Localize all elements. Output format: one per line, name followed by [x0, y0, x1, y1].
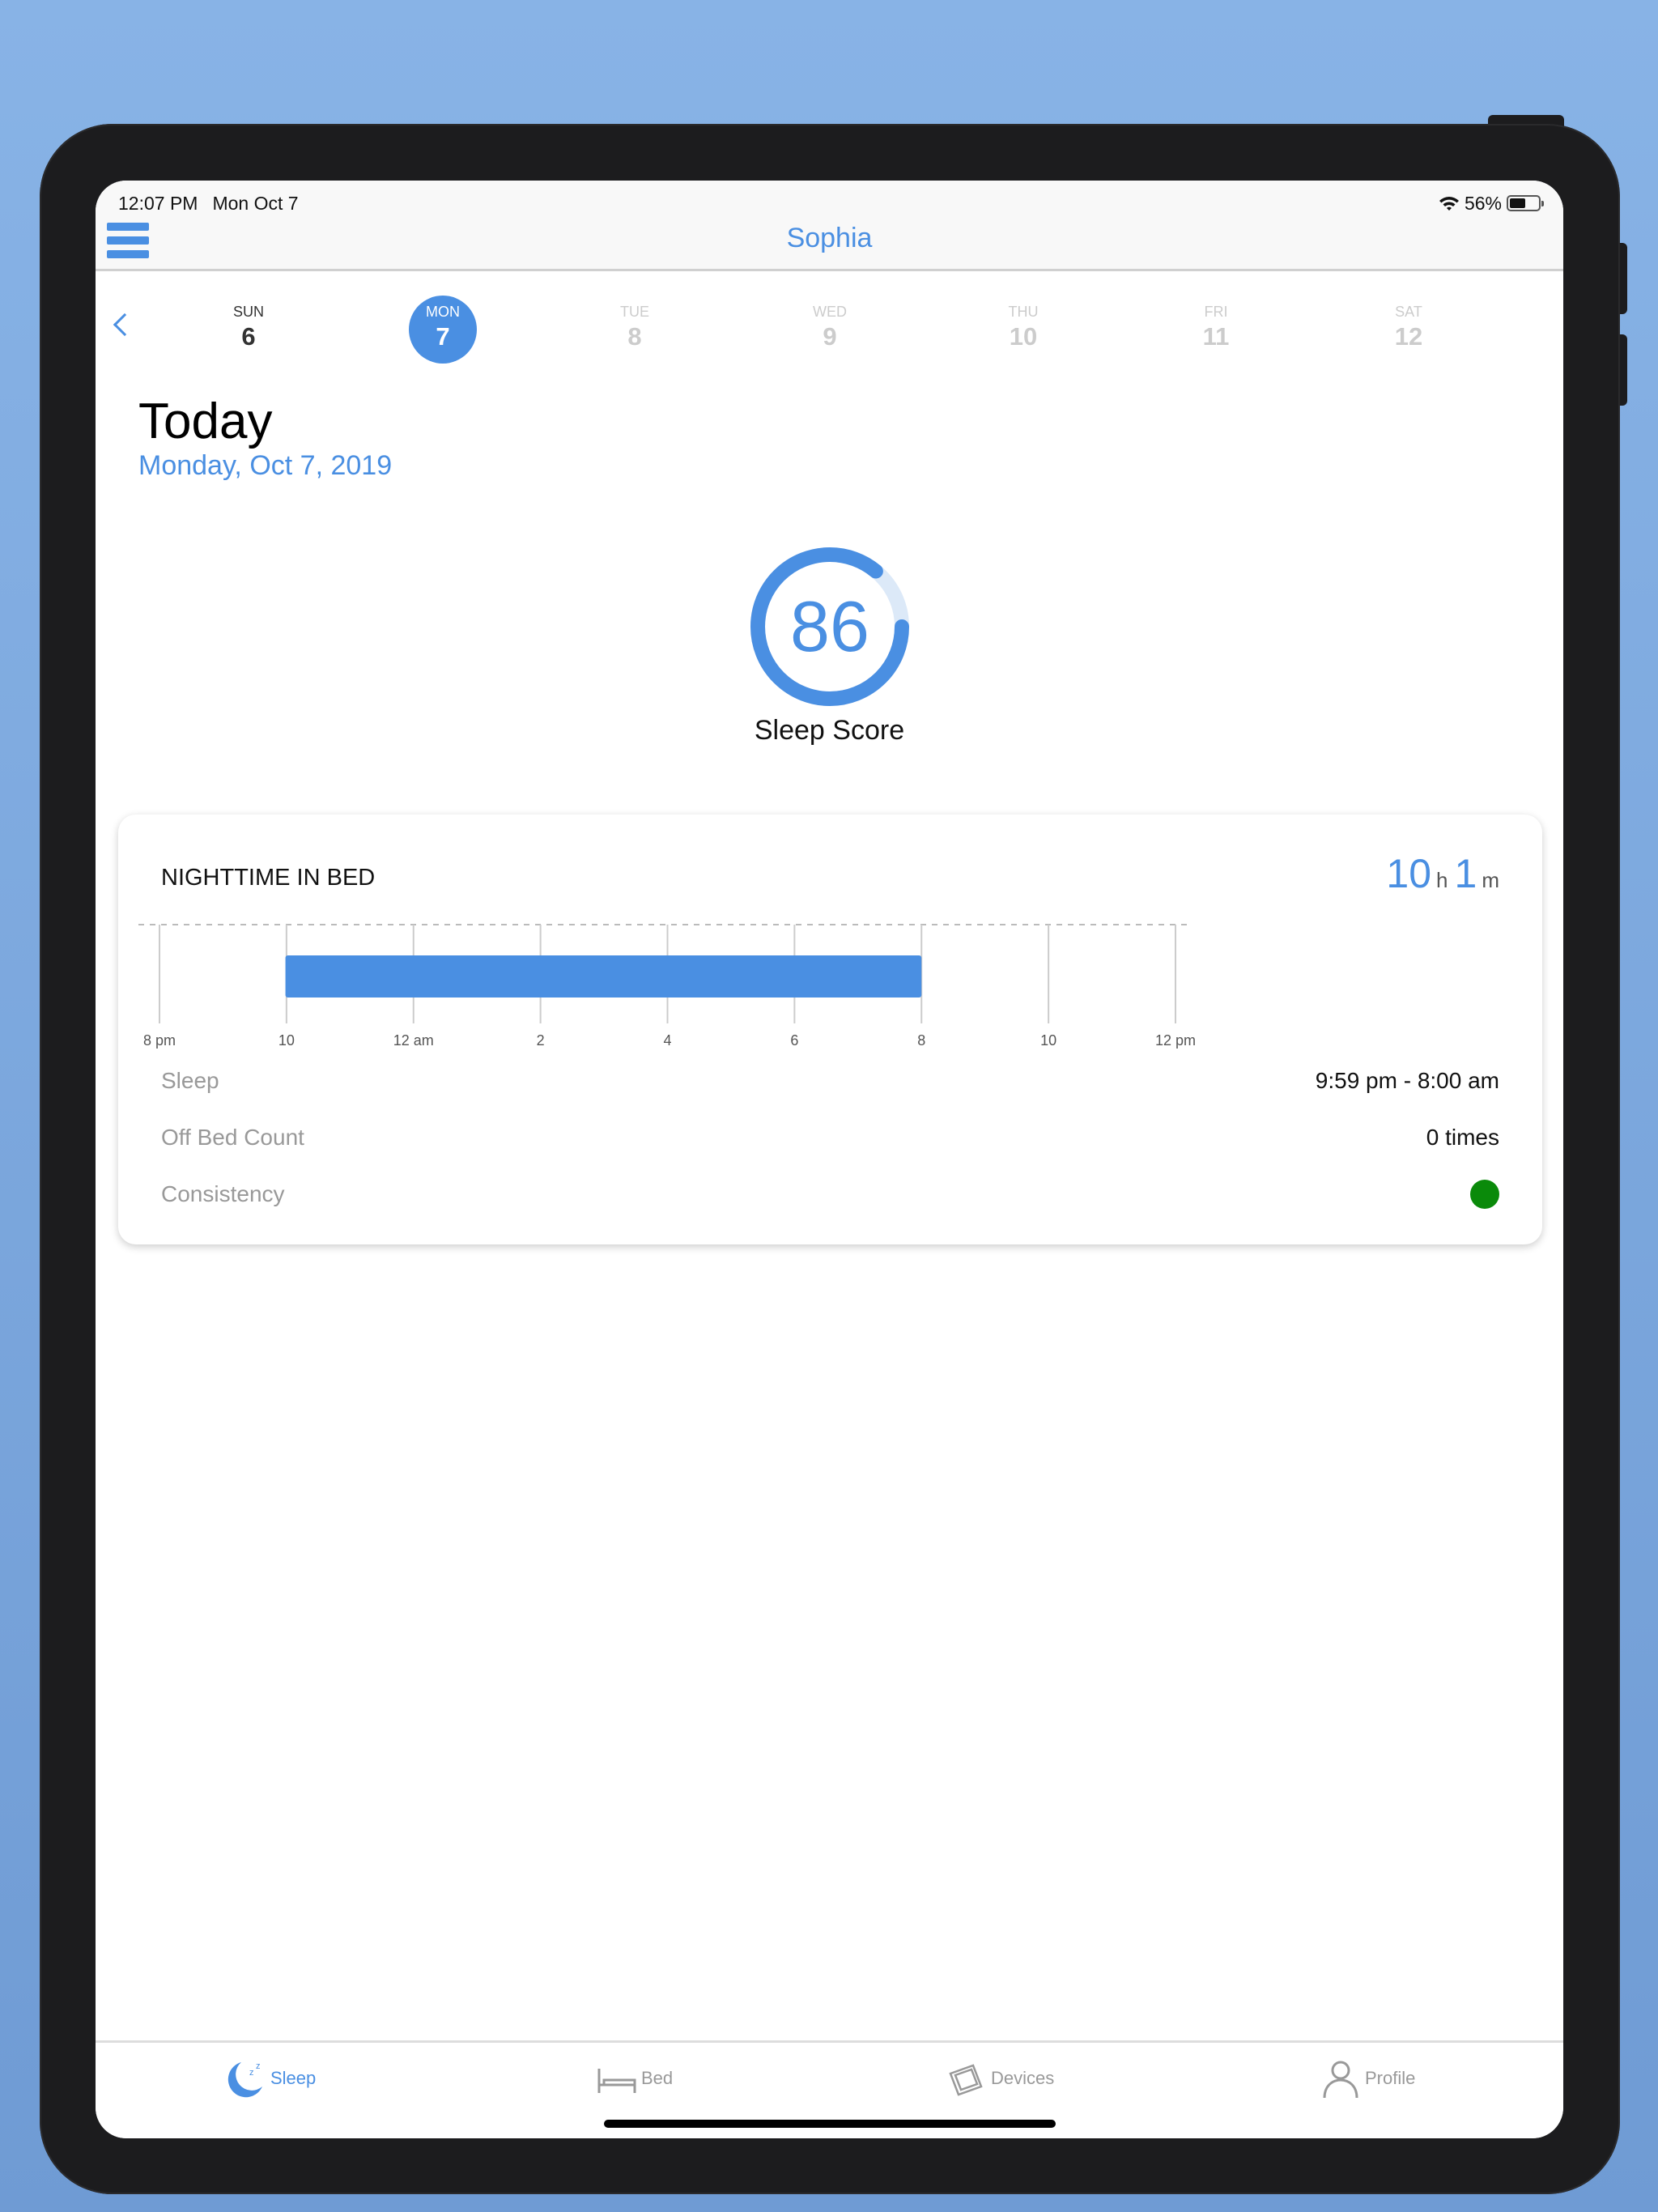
- status-time: 12:07 PM: [118, 192, 198, 214]
- tab-bed[interactable]: Bed: [596, 2057, 673, 2099]
- home-indicator[interactable]: [604, 2120, 1056, 2128]
- nighttime-in-bed-card[interactable]: NIGHTTIME IN BED 10 h 1 m 8 pm 10 12 am 2 4 6 8 10…: [118, 815, 1542, 1244]
- day-mon[interactable]: MON 7: [394, 296, 491, 364]
- day-tue[interactable]: TUE 8: [586, 296, 683, 351]
- wifi-icon: [1439, 197, 1459, 211]
- chart-tick-label: 2: [537, 1032, 545, 1049]
- svg-text:z: z: [249, 2068, 254, 2078]
- screen: 12:07 PM Mon Oct 7 56% Sophia SUN 6 MON 7 TU…: [96, 181, 1563, 2138]
- day-number: 8: [627, 322, 642, 351]
- row-sleep: Sleep 9:59 pm - 8:00 am: [161, 1065, 1499, 1097]
- day-name: WED: [813, 304, 847, 320]
- day-number: 9: [823, 322, 837, 351]
- day-name: TUE: [620, 304, 649, 320]
- chart-tick-label: 10: [278, 1032, 295, 1049]
- day-number: 6: [241, 322, 256, 351]
- chevron-left-icon[interactable]: [113, 313, 137, 337]
- chart-tick-label: 6: [790, 1032, 798, 1049]
- row-off-bed-count: Off Bed Count 0 times: [161, 1121, 1499, 1154]
- tab-label: Sleep: [270, 2068, 317, 2088]
- day-name: THU: [1008, 304, 1039, 320]
- row-value: 9:59 pm - 8:00 am: [1315, 1068, 1499, 1093]
- day-thu[interactable]: THU 10: [975, 296, 1072, 351]
- tab-label: Profile: [1365, 2068, 1416, 2088]
- chart-tick-label: 12 am: [393, 1032, 434, 1049]
- day-wed[interactable]: WED 9: [781, 296, 878, 351]
- sleep-score-value: 86: [790, 586, 869, 666]
- chart-tick-label: 12 pm: [1155, 1032, 1196, 1049]
- battery-percent: 56%: [1464, 192, 1502, 214]
- chart-sleep-bar: [285, 955, 922, 998]
- day-name: SAT: [1395, 304, 1422, 320]
- tab-devices[interactable]: Devices: [946, 2057, 1054, 2099]
- chart-tick-label: 10: [1040, 1032, 1056, 1049]
- sleep-score-label: Sleep Score: [754, 715, 905, 746]
- status-bar: 12:07 PM Mon Oct 7 56%: [118, 187, 1544, 219]
- day-number: 10: [1009, 322, 1038, 351]
- row-label: Consistency: [161, 1181, 285, 1206]
- day-name: SUN: [232, 304, 264, 320]
- day-sat[interactable]: SAT 12: [1360, 296, 1457, 351]
- chart-tick-label: 8 pm: [143, 1032, 176, 1049]
- row-value: 0 times: [1426, 1125, 1499, 1150]
- moon-icon: zz: [227, 2061, 262, 2098]
- day-number: 7: [436, 322, 450, 351]
- day-name: FRI: [1204, 304, 1228, 320]
- page-title: Today: [138, 393, 273, 449]
- tab-profile[interactable]: Profile: [1320, 2057, 1415, 2099]
- battery-icon: [1507, 195, 1544, 211]
- day-name: MON: [426, 304, 460, 320]
- devices-icon: [949, 2064, 983, 2096]
- chart-tick-label: 8: [917, 1032, 925, 1049]
- bed-icon: [597, 2069, 636, 2093]
- chart-tick-label: 4: [663, 1032, 671, 1049]
- row-label: Sleep: [161, 1068, 219, 1093]
- tab-sleep[interactable]: zz Sleep: [225, 2057, 316, 2099]
- row-consistency: Consistency: [161, 1178, 1499, 1210]
- consistency-indicator: [1470, 1180, 1499, 1209]
- nav-title: Sophia: [786, 223, 873, 253]
- day-number: 11: [1202, 322, 1230, 351]
- row-label: Off Bed Count: [161, 1125, 304, 1150]
- page-date: Monday, Oct 7, 2019: [138, 450, 393, 481]
- day-fri[interactable]: FRI 11: [1167, 296, 1265, 351]
- day-sun[interactable]: SUN 6: [200, 296, 297, 351]
- tab-label: Bed: [641, 2068, 674, 2088]
- tab-label: Devices: [991, 2068, 1055, 2088]
- status-date: Mon Oct 7: [212, 192, 299, 214]
- day-number: 12: [1394, 322, 1423, 351]
- svg-text:z: z: [256, 2061, 261, 2071]
- sleep-timeline-chart: 8 pm 10 12 am 2 4 6 8 10 12 pm: [138, 924, 1196, 1049]
- profile-icon: [1323, 2061, 1358, 2099]
